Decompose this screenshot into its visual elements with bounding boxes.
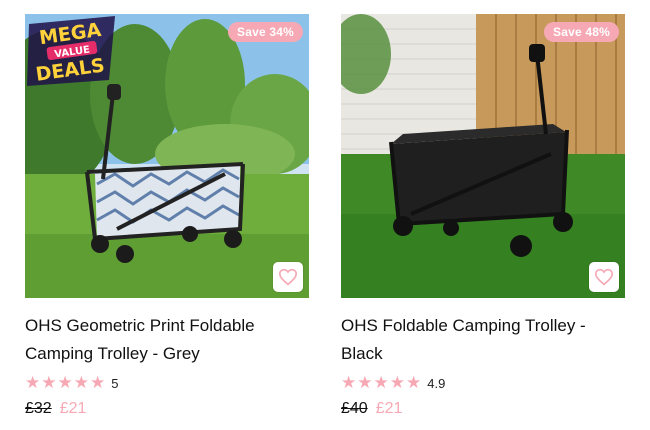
star-icon: ★ xyxy=(90,373,106,392)
heart-icon xyxy=(594,268,614,286)
wishlist-button[interactable] xyxy=(589,262,619,292)
save-badge: Save 34% xyxy=(228,22,303,42)
mega-value-deals-logo: MEGA VALUE DEALS xyxy=(27,16,115,86)
price: £40 £21 xyxy=(341,400,625,418)
star-icon: ★ xyxy=(406,373,422,392)
product-photo xyxy=(341,14,625,298)
heart-icon xyxy=(278,268,298,286)
product-title[interactable]: OHS Geometric Print Foldable Camping Tro… xyxy=(25,312,315,368)
rating-value: 5 xyxy=(111,375,119,391)
rating: ★ ★ ★ ★ ★ 4.9 xyxy=(341,374,625,392)
price: £32 £21 xyxy=(25,400,309,418)
star-rating: ★ ★ ★ ★ ★ xyxy=(25,374,105,392)
star-icon: ★ xyxy=(25,373,41,392)
product-image[interactable]: MEGA VALUE DEALS Save 34% xyxy=(25,14,309,298)
product-card[interactable]: MEGA VALUE DEALS Save 34% OHS Geometric … xyxy=(25,14,309,418)
star-icon: ★ xyxy=(41,373,57,392)
original-price: £32 xyxy=(25,400,52,417)
sale-price: £21 xyxy=(375,400,403,417)
sale-price: £21 xyxy=(59,400,87,417)
star-icon: ★ xyxy=(389,373,405,392)
rating: ★ ★ ★ ★ ★ 5 xyxy=(25,374,309,392)
original-price: £40 xyxy=(341,400,368,417)
rating-value: 4.9 xyxy=(427,375,446,391)
star-icon: ★ xyxy=(341,373,357,392)
star-icon: ★ xyxy=(73,373,89,392)
star-icon: ★ xyxy=(373,373,389,392)
wishlist-button[interactable] xyxy=(273,262,303,292)
star-rating: ★ ★ ★ ★ ★ xyxy=(341,374,421,392)
product-title[interactable]: OHS Foldable Camping Trolley - Black xyxy=(341,312,631,368)
product-image[interactable]: Save 48% xyxy=(341,14,625,298)
product-card[interactable]: Save 48% OHS Foldable Camping Trolley - … xyxy=(341,14,625,418)
star-icon: ★ xyxy=(357,373,373,392)
star-icon: ★ xyxy=(57,373,73,392)
save-badge: Save 48% xyxy=(544,22,619,42)
